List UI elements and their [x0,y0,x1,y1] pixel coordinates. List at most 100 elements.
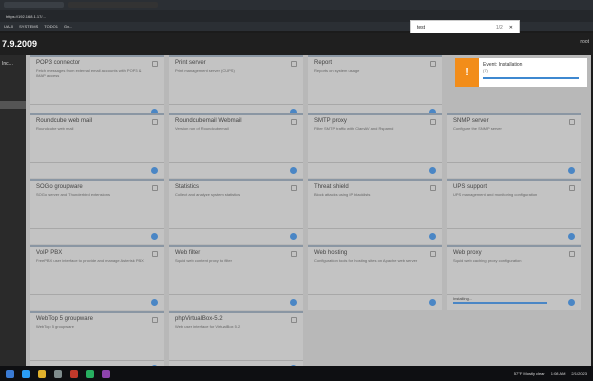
info-icon[interactable] [151,233,158,240]
bookmark-item-3[interactable]: Gx... [64,24,72,29]
card-checkbox[interactable] [152,185,158,191]
card-checkbox[interactable] [430,61,436,67]
info-icon[interactable] [429,299,436,306]
card-checkbox[interactable] [152,251,158,257]
card-title: Print server [175,60,206,66]
bookmark-item-2[interactable]: TODO1 [44,24,58,29]
event-popup[interactable]: ! Event: Installation (7) [455,58,587,87]
info-icon[interactable] [151,299,158,306]
card-footer [447,228,581,244]
card-checkbox[interactable] [569,119,575,125]
card-checkbox[interactable] [291,119,297,125]
browser-tabbar: N... [0,0,593,16]
card-footer [169,228,303,244]
bookmark-item-0[interactable]: UA-0 [4,24,13,29]
card-title: Web filter [175,250,201,256]
card-sogo-groupware[interactable]: SOGo groupware SOGo server and Thunderbi… [30,179,164,244]
card-title: Roundcubemail Webmail [175,118,242,124]
apps-grid: POP3 connector Fetch messages from exter… [26,55,591,376]
clock-date[interactable]: 2/1/2023 [571,371,587,376]
user-menu[interactable]: root [580,39,589,45]
card-threat-shield[interactable]: Threat shield Block attacks using IP bla… [308,179,442,244]
card-desc: Block attacks using IP blacklists [314,192,371,197]
start-icon[interactable] [6,369,14,378]
card-desc: Squid web caching proxy configuration [453,258,522,263]
card-pop3-connector[interactable]: POP3 connector Fetch messages from exter… [30,55,164,120]
info-icon[interactable] [290,299,297,306]
card-checkbox[interactable] [291,251,297,257]
card-web-hosting[interactable]: Web hosting Configuration tools for host… [308,245,442,310]
card-title: SOGo groupware [36,184,83,190]
card-checkbox[interactable] [291,185,297,191]
card-footer [169,162,303,178]
card-roundcubemail-webmail[interactable]: Roundcubemail Webmail Version run of Rou… [169,113,303,178]
card-footer [30,294,164,310]
card-checkbox[interactable] [430,185,436,191]
info-icon[interactable] [429,233,436,240]
card-desc: Reports on system usage [314,68,360,73]
app-header: 7.9.2009 root [0,33,593,55]
info-icon[interactable] [568,299,575,306]
card-roundcube-web-mail[interactable]: Roundcube web mail Roundcube web mail [30,113,164,178]
card-report[interactable]: Report Reports on system usage [308,55,442,120]
clock-time[interactable]: 1:08 AM [551,371,566,376]
screen: N... https://192.168.1.17/... UA-0 SYSTE… [0,0,593,381]
card-title: Web proxy [453,250,482,256]
app-icon-6[interactable] [102,369,110,378]
browser-tab-2[interactable] [68,2,158,8]
card-voip-pbx[interactable]: VoIP PBX FreePBX user interface to provi… [30,245,164,310]
card-desc: Fetch messages from external email accou… [36,68,142,78]
sidebar-item-active[interactable] [0,101,26,109]
close-icon[interactable]: ✕ [509,25,513,31]
info-icon[interactable] [429,167,436,174]
card-print-server[interactable]: Print server Print management server (CU… [169,55,303,120]
browser-tab[interactable]: N... [4,2,64,16]
app-icon-5[interactable] [86,369,94,378]
card-desc: UPS management and monitoring configurat… [453,192,538,197]
weather-text[interactable]: 57°F Mostly clear [514,371,545,376]
card-footer [447,162,581,178]
card-title: Roundcube web mail [36,118,93,124]
card-desc: Web user interface for VirtualBox 5.2 [175,324,241,329]
card-snmp-server[interactable]: SNMP server Configure the SNMP server [447,113,581,178]
card-checkbox[interactable] [152,61,158,67]
card-checkbox[interactable] [152,119,158,125]
card-desc: Configuration tools for hosting sites on… [314,258,418,263]
card-checkbox[interactable] [430,119,436,125]
info-icon[interactable] [151,167,158,174]
bookmark-item-1[interactable]: SYSTEMS [19,24,38,29]
card-checkbox[interactable] [569,185,575,191]
install-progress [453,302,547,304]
find-query[interactable]: test [417,25,425,31]
card-web-filter[interactable]: Web filter Squid web content proxy to fi… [169,245,303,310]
app-icon-4[interactable] [70,369,78,378]
card-checkbox[interactable] [291,317,297,323]
info-icon[interactable] [568,167,575,174]
card-checkbox[interactable] [152,317,158,323]
app-icon-3[interactable] [54,369,62,378]
info-icon[interactable] [568,233,575,240]
app-icon-1[interactable] [22,369,30,378]
card-title: SNMP server [453,118,489,124]
card-statistics[interactable]: Statistics Collect and analyze system st… [169,179,303,244]
card-title: Report [314,60,333,66]
card-footer [308,294,442,310]
card-title: UPS support [453,184,488,190]
card-title: Statistics [175,184,200,190]
event-body: Event: Installation (7) [479,58,587,87]
card-checkbox[interactable] [430,251,436,257]
card-checkbox[interactable] [569,251,575,257]
sidebar-label[interactable]: Inc... [2,61,13,67]
app-version: 7.9.2009 [2,39,38,49]
app-icon-2[interactable] [38,369,46,378]
card-web-proxy[interactable]: Web proxy Squid web caching proxy config… [447,245,581,310]
card-desc: Configure the SNMP server [453,126,502,131]
info-icon[interactable] [290,233,297,240]
card-title: Threat shield [314,184,349,190]
card-smtp-proxy[interactable]: SMTP proxy Filter SMTP traffic with Clam… [308,113,442,178]
card-ups-support[interactable]: UPS support UPS management and monitorin… [447,179,581,244]
url-text[interactable]: https://192.168.1.17/... [6,14,46,19]
card-checkbox[interactable] [291,61,297,67]
card-desc: WebTop 5 groupware [36,324,74,329]
info-icon[interactable] [290,167,297,174]
